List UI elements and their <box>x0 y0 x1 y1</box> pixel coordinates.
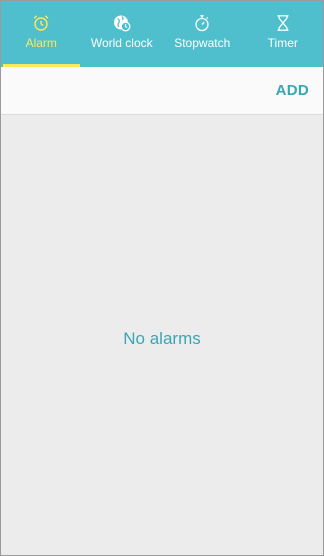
clock-app-screen: Alarm World clock Stopwatch Timer ADD No… <box>0 0 324 556</box>
alarm-list-area: No alarms <box>1 115 323 555</box>
tab-alarm-label: Alarm <box>25 36 57 50</box>
tab-timer-label: Timer <box>267 36 298 50</box>
tab-alarm[interactable]: Alarm <box>1 1 82 67</box>
add-alarm-button[interactable]: ADD <box>276 82 309 99</box>
globe-clock-icon <box>113 14 131 32</box>
action-toolbar: ADD <box>1 67 323 115</box>
stopwatch-icon <box>193 14 211 32</box>
tab-stopwatch-label: Stopwatch <box>174 36 231 50</box>
empty-state-message: No alarms <box>123 329 201 348</box>
tab-bar: Alarm World clock Stopwatch Timer <box>1 1 323 67</box>
tab-timer[interactable]: Timer <box>243 1 324 67</box>
alarm-clock-icon <box>32 14 50 32</box>
tab-world-clock-label: World clock <box>90 36 153 50</box>
hourglass-icon <box>274 14 292 32</box>
tab-stopwatch[interactable]: Stopwatch <box>162 1 243 67</box>
tab-world-clock[interactable]: World clock <box>82 1 163 67</box>
